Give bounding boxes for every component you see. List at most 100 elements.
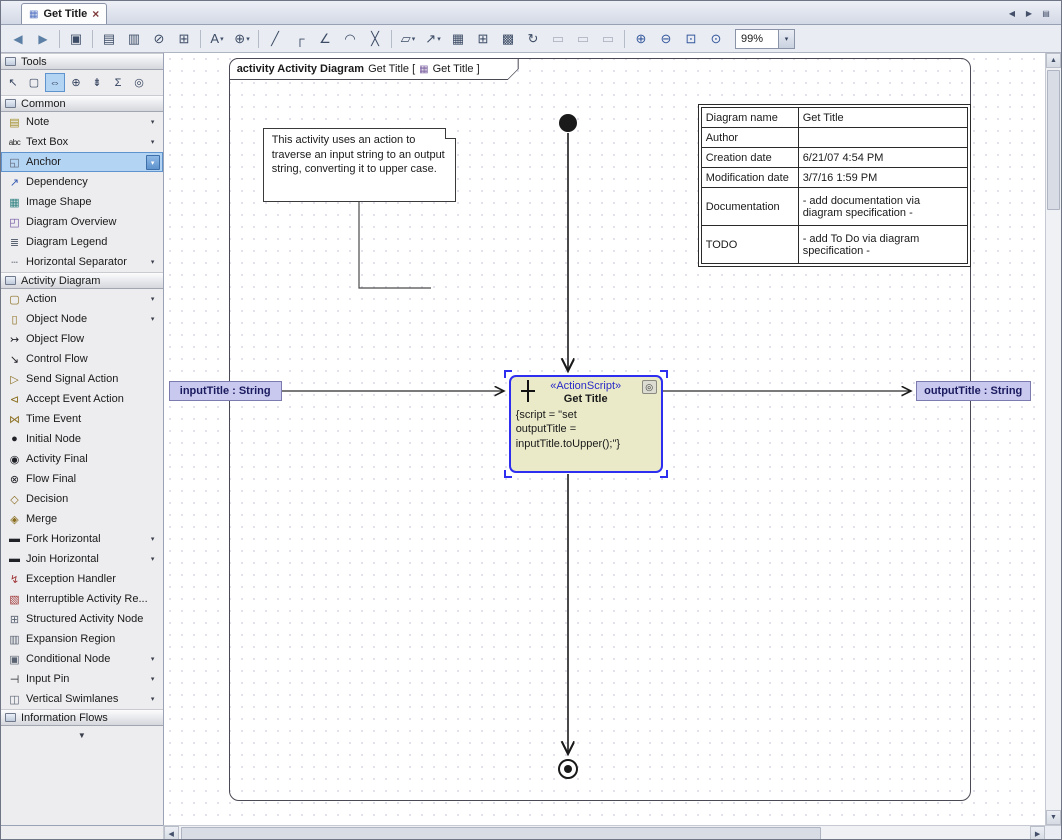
palette-item-diagram-legend[interactable]: ≣Diagram Legend: [1, 232, 163, 252]
zoom-in-button[interactable]: ⊕: [629, 28, 653, 50]
close-icon[interactable]: ×: [92, 7, 99, 21]
zoom-level-value[interactable]: 99%: [736, 33, 778, 45]
diagram-canvas[interactable]: activity Activity Diagram Get Title [ ▦ …: [164, 53, 1045, 825]
select-in-tree-button[interactable]: ▣: [64, 28, 88, 50]
palette-item-note[interactable]: ▤Note▾: [1, 112, 163, 132]
horizontal-scrollbar[interactable]: ◀ ▶: [164, 825, 1045, 840]
palette-item-exception-handler[interactable]: ↯Exception Handler: [1, 569, 163, 589]
chevron-down-icon[interactable]: ▾: [146, 292, 160, 307]
palette-item-dependency[interactable]: ↗Dependency: [1, 172, 163, 192]
disabled-button-2[interactable]: ▭: [571, 28, 595, 50]
line-style-curved-button[interactable]: ◠: [338, 28, 362, 50]
palette-item-object-node[interactable]: ▯Object Node▾: [1, 309, 163, 329]
disabled-button-1[interactable]: ▭: [546, 28, 570, 50]
forward-button[interactable]: ▶: [31, 28, 55, 50]
selection-handle[interactable]: [660, 470, 668, 478]
scroll-tabs-left-button[interactable]: ◀: [1005, 6, 1019, 20]
palette-item-anchor[interactable]: ◱Anchor▾: [1, 152, 163, 172]
duplicate-button[interactable]: ⊞: [172, 28, 196, 50]
selection-handle[interactable]: [660, 370, 668, 378]
cut-button[interactable]: ⊘: [147, 28, 171, 50]
zoom-selection-button[interactable]: ⊙: [704, 28, 728, 50]
scroll-down-button[interactable]: ▼: [1046, 810, 1061, 825]
chevron-down-icon[interactable]: ▾: [246, 35, 250, 43]
copy-button[interactable]: ▤: [97, 28, 121, 50]
palette-item-send-signal-action[interactable]: ▷Send Signal Action: [1, 369, 163, 389]
zoom-combobox[interactable]: 99% ▾: [735, 29, 795, 49]
line-style-rectilinear-button[interactable]: ┌: [288, 28, 312, 50]
paste-button[interactable]: ▥: [122, 28, 146, 50]
zoom-fit-button[interactable]: ⊡: [679, 28, 703, 50]
palette-item-diagram-overview[interactable]: ◰Diagram Overview: [1, 212, 163, 232]
chevron-down-icon[interactable]: ▾: [146, 135, 160, 150]
chevron-down-icon[interactable]: ▾: [146, 652, 160, 667]
palette-scroll-more-icon[interactable]: ▼: [1, 726, 163, 740]
activity-parameter-input[interactable]: inputTitle : String: [169, 381, 282, 401]
chevron-down-icon[interactable]: ▾: [146, 115, 160, 130]
chevron-down-icon[interactable]: ▾: [412, 35, 416, 43]
selection-handle[interactable]: [504, 470, 512, 478]
chevron-down-icon[interactable]: ▾: [146, 155, 160, 170]
initial-node[interactable]: [559, 114, 577, 132]
selection-handle[interactable]: [504, 370, 512, 378]
palette-item-input-pin[interactable]: ⊣Input Pin▾: [1, 669, 163, 689]
palette-item-image-shape[interactable]: ▦Image Shape: [1, 192, 163, 212]
horizontal-scrollbar-thumb[interactable]: [181, 827, 821, 840]
activity-final-node[interactable]: [558, 759, 578, 779]
scroll-right-button[interactable]: ▶: [1030, 826, 1045, 840]
tab-get-title[interactable]: ▦ Get Title ×: [21, 3, 107, 24]
vertical-scrollbar-thumb[interactable]: [1047, 70, 1060, 210]
marquee-tool-button[interactable]: ▢: [24, 73, 44, 92]
chevron-down-icon[interactable]: ▾: [146, 692, 160, 707]
palette-item-accept-event-action[interactable]: ⊲Accept Event Action: [1, 389, 163, 409]
disabled-button-3[interactable]: ▭: [596, 28, 620, 50]
palette-item-object-flow[interactable]: ↣Object Flow: [1, 329, 163, 349]
palette-section-tools[interactable]: Tools: [1, 53, 163, 70]
script-badge-icon[interactable]: ◎: [642, 380, 657, 394]
line-style-bezier-button[interactable]: ∠: [313, 28, 337, 50]
show-path-button[interactable]: ↗▾: [421, 28, 445, 50]
refresh-button[interactable]: ↻: [521, 28, 545, 50]
input-pin-handle[interactable]: [521, 390, 535, 392]
palette-section-common[interactable]: Common: [1, 95, 163, 112]
layout-button[interactable]: ⊕▾: [230, 28, 254, 50]
related-elements-tool-button[interactable]: ◎: [129, 73, 149, 92]
palette-item-fork-horizontal[interactable]: ▬Fork Horizontal▾: [1, 529, 163, 549]
pan-tool-button[interactable]: ⇟: [87, 73, 107, 92]
remove-breakpoints-button[interactable]: ╳: [363, 28, 387, 50]
show-shape-button[interactable]: ▱▾: [396, 28, 420, 50]
chevron-down-icon[interactable]: ▾: [146, 672, 160, 687]
palette-item-merge[interactable]: ◈Merge: [1, 509, 163, 529]
comment-note[interactable]: This activity uses an action to traverse…: [263, 128, 456, 202]
palette-item-initial-node[interactable]: ●Initial Node: [1, 429, 163, 449]
palette-item-time-event[interactable]: ⋈Time Event: [1, 409, 163, 429]
palette-item-control-flow[interactable]: ↘Control Flow: [1, 349, 163, 369]
chevron-down-icon[interactable]: ▾: [146, 532, 160, 547]
magnet-tool-button[interactable]: ⊕: [66, 73, 86, 92]
chevron-down-icon[interactable]: ▾: [220, 35, 224, 43]
palette-item-interruptible-activity-region[interactable]: ▧Interruptible Activity Re...: [1, 589, 163, 609]
vertical-scrollbar[interactable]: ▲ ▼: [1045, 53, 1061, 825]
palette-item-horizontal-separator[interactable]: ┄Horizontal Separator▾: [1, 252, 163, 272]
palette-item-activity-final[interactable]: ◉Activity Final: [1, 449, 163, 469]
text-style-button[interactable]: A▾: [205, 28, 229, 50]
palette-item-structured-activity-node[interactable]: ⊞Structured Activity Node: [1, 609, 163, 629]
chevron-down-icon[interactable]: ▾: [146, 552, 160, 567]
scroll-tabs-right-button[interactable]: ▶: [1022, 6, 1036, 20]
diagram-info-table[interactable]: Diagram name Get Title Author Creation d…: [698, 104, 971, 267]
chevron-down-icon[interactable]: ▾: [146, 312, 160, 327]
layout-grid-button[interactable]: ▦: [446, 28, 470, 50]
scroll-up-button[interactable]: ▲: [1046, 53, 1061, 68]
palette-item-join-horizontal[interactable]: ▬Join Horizontal▾: [1, 549, 163, 569]
activity-parameter-output[interactable]: outputTitle : String: [916, 381, 1031, 401]
palette-item-action[interactable]: ▢Action▾: [1, 289, 163, 309]
line-style-oblique-button[interactable]: ╱: [263, 28, 287, 50]
palette-section-activity-diagram[interactable]: Activity Diagram: [1, 272, 163, 289]
palette-item-vertical-swimlanes[interactable]: ◫Vertical Swimlanes▾: [1, 689, 163, 709]
palette-item-decision[interactable]: ◇Decision: [1, 489, 163, 509]
note-anchor-edge[interactable]: [359, 202, 431, 288]
chevron-down-icon[interactable]: ▾: [778, 30, 794, 48]
zoom-out-button[interactable]: ⊖: [654, 28, 678, 50]
tab-list-button[interactable]: ▤: [1039, 6, 1053, 20]
palette-section-information-flows[interactable]: Information Flows: [1, 709, 163, 726]
